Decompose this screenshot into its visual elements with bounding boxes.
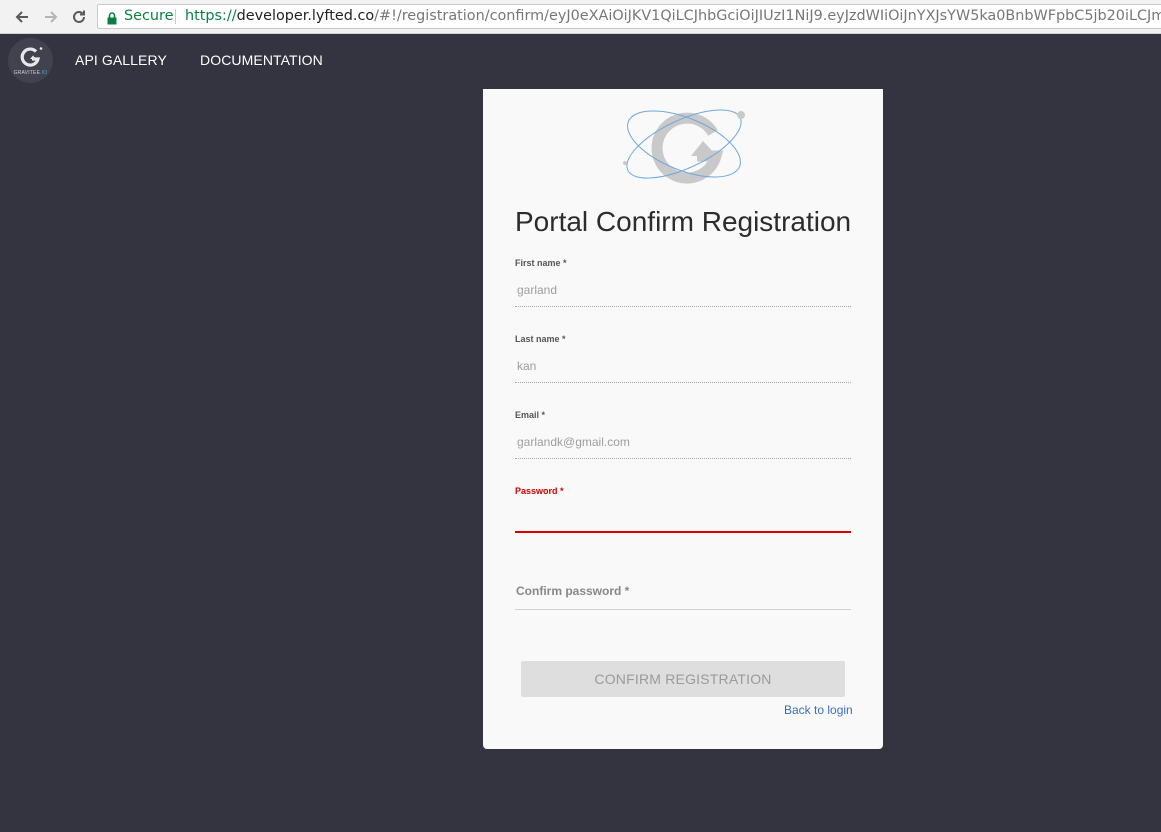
url-host: developer.lyfted.co [236,8,375,24]
nav-api-gallery[interactable]: API GALLERY [75,52,167,68]
confirm-password-underline [515,609,851,610]
first-name-field[interactable] [517,283,817,297]
back-to-login-link[interactable]: Back to login [784,703,853,717]
first-name-label: First name * [515,258,567,268]
email-underline [515,458,851,459]
email-label: Email * [515,410,546,420]
gravitee-logo-icon [20,47,42,67]
reload-icon[interactable] [68,6,90,28]
url-divider [175,9,176,24]
confirm-registration-button[interactable]: CONFIRM REGISTRATION [521,661,845,697]
lock-icon [107,10,117,28]
password-field[interactable] [515,507,851,533]
first-name-underline [515,306,851,307]
address-bar[interactable]: Secure https://developer.lyfted.co/#!/re… [97,4,1161,29]
logo-text: GRAVITEE.IO [14,70,48,76]
url-text: https://developer.lyfted.co/#!/registrat… [185,5,1161,28]
email-field[interactable] [517,435,817,449]
nav-documentation[interactable]: DOCUMENTATION [200,52,323,68]
last-name-underline [515,382,851,383]
page-title: Portal Confirm Registration [515,206,852,237]
registration-card: Portal Confirm Registration First name *… [483,89,883,749]
url-path: /#!/registration/confirm/eyJ0eXAiOiJKV1Q… [374,8,1161,24]
secure-label: Secure [124,8,174,24]
app-header: GRAVITEE.IO API GALLERY DOCUMENTATION [0,35,1161,85]
confirm-password-field[interactable] [515,577,851,609]
browser-toolbar: Secure https://developer.lyfted.co/#!/re… [0,0,1161,34]
last-name-field[interactable] [517,359,817,373]
logo-text-suffix: .IO [40,70,48,76]
back-arrow-icon[interactable] [11,6,33,28]
last-name-label: Last name * [515,334,566,344]
forward-arrow-icon[interactable] [40,6,62,28]
logo-text-main: GRAVITEE [13,70,41,76]
url-scheme: https:// [185,8,237,24]
password-label: Password * [515,486,564,496]
gravitee-logo[interactable]: GRAVITEE.IO [8,38,53,83]
gravitee-orbit-logo-icon [623,109,745,184]
